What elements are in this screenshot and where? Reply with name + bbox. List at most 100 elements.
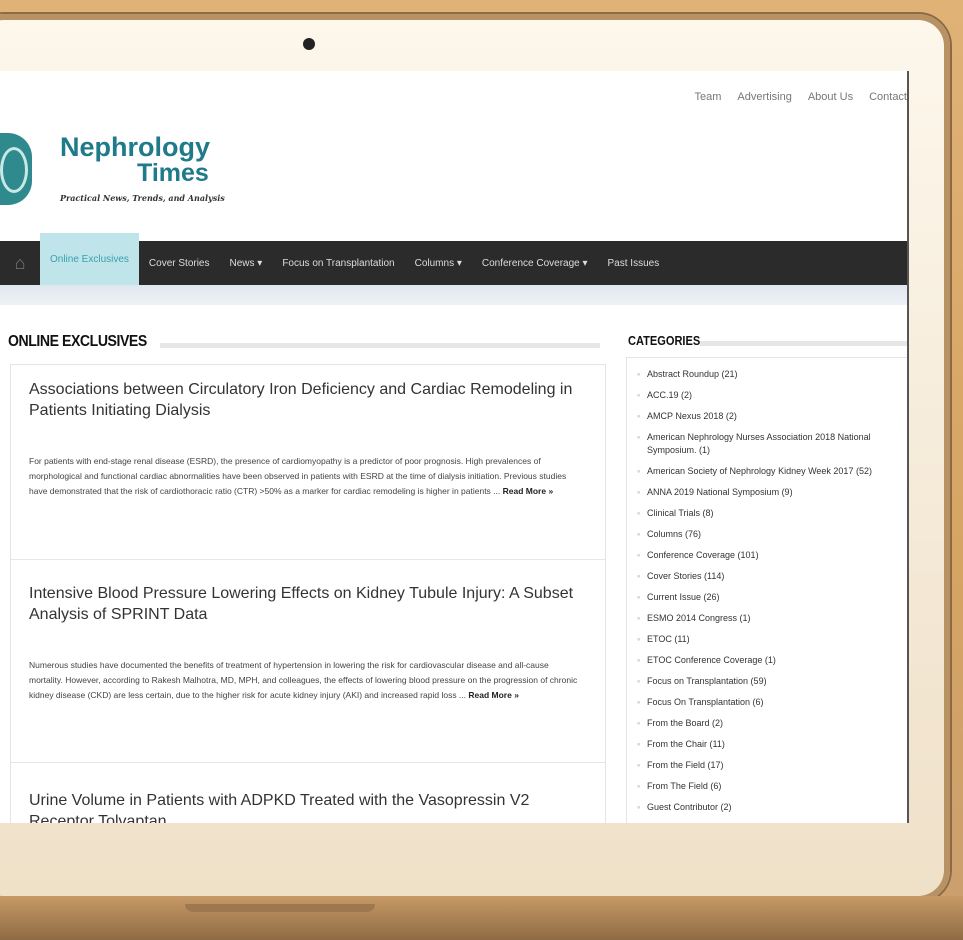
article-title[interactable]: Associations between Circulatory Iron De…	[29, 379, 589, 421]
laptop-notch	[185, 904, 375, 912]
category-item[interactable]: ◦ AMCP Nexus 2018 (2)	[637, 406, 907, 427]
category-item[interactable]: ◦ ACC.19 (2)	[637, 385, 907, 406]
category-link[interactable]: AMCP Nexus 2018 (2)	[647, 410, 903, 423]
category-link[interactable]: Clinical Trials (8)	[647, 507, 903, 520]
categories-list: ◦ Abstract Roundup (21) ◦ ACC.19 (2) ◦ AMCP N…	[627, 358, 907, 818]
category-link[interactable]: From the Chair (11)	[647, 738, 903, 751]
nav-conference-coverage[interactable]: Conference Coverage ▾	[472, 241, 598, 285]
laptop-base	[0, 896, 963, 940]
nav-past-issues[interactable]: Past Issues	[598, 241, 670, 285]
section-title: ONLINE EXCLUSIVES	[8, 333, 147, 350]
read-more-link[interactable]: Read More »	[468, 690, 519, 700]
logo-title-line1: Nephrology	[60, 132, 211, 162]
top-links: Team Advertising About Us Contact	[695, 91, 908, 103]
bullet-icon: ◦	[637, 390, 641, 400]
category-item[interactable]: ◦ From the Chair (11)	[637, 734, 907, 755]
read-more-link[interactable]: Read More »	[503, 486, 554, 496]
section-title-rule	[160, 343, 600, 348]
logo-tagline: Practical News, Trends, and Analysis	[60, 193, 225, 203]
category-link[interactable]: From the Board (2)	[647, 717, 903, 730]
category-link[interactable]: Focus on Transplantation (59)	[647, 675, 903, 688]
article-item: Urine Volume in Patients with ADPKD Trea…	[29, 790, 589, 823]
category-link[interactable]: ANNA 2019 National Symposium (9)	[647, 486, 903, 499]
category-item[interactable]: ◦ ETOC (11)	[637, 629, 907, 650]
category-item[interactable]: ◦ Focus on Transplantation (59)	[637, 671, 907, 692]
nav-subbar	[0, 285, 907, 305]
category-item[interactable]: ◦ Columns (76)	[637, 524, 907, 545]
category-item[interactable]: ◦ ANNA 2019 National Symposium (9)	[637, 482, 907, 503]
article-item: Associations between Circulatory Iron De…	[29, 379, 589, 499]
bullet-icon: ◦	[637, 550, 641, 560]
category-item[interactable]: ◦ ETOC Conference Coverage (1)	[637, 650, 907, 671]
category-link[interactable]: ETOC Conference Coverage (1)	[647, 654, 903, 667]
category-link[interactable]: American Nephrology Nurses Association 2…	[647, 431, 903, 457]
kidney-logo-icon	[0, 133, 32, 205]
category-item[interactable]: ◦ Focus On Transplantation (6)	[637, 692, 907, 713]
category-link[interactable]: Cover Stories (114)	[647, 570, 903, 583]
bullet-icon: ◦	[637, 718, 641, 728]
category-item[interactable]: ◦ Abstract Roundup (21)	[637, 364, 907, 385]
nav-columns[interactable]: Columns ▾	[405, 241, 472, 285]
bullet-icon: ◦	[637, 592, 641, 602]
category-item[interactable]: ◦ From the Field (17)	[637, 755, 907, 776]
article-divider	[11, 762, 605, 763]
browser-screen: Team Advertising About Us Contact Nephro…	[0, 71, 909, 823]
sidebar-title: CATEGORIES	[628, 333, 701, 348]
bullet-icon: ◦	[637, 466, 641, 476]
site-logo[interactable]: Nephrology Times Practical News, Trends,…	[0, 129, 230, 219]
category-link[interactable]: Conference Coverage (101)	[647, 549, 903, 562]
category-link[interactable]: American Society of Nephrology Kidney We…	[647, 465, 903, 478]
category-item[interactable]: ◦ American Nephrology Nurses Association …	[637, 427, 907, 461]
nav-online-exclusives[interactable]: Online Exclusives	[40, 233, 139, 285]
category-item[interactable]: ◦ Cover Stories (114)	[637, 566, 907, 587]
category-item[interactable]: ◦ Clinical Trials (8)	[637, 503, 907, 524]
article-excerpt: Numerous studies have documented the ben…	[29, 660, 578, 700]
category-item[interactable]: ◦ Conference Coverage (101)	[637, 545, 907, 566]
category-link[interactable]: ESMO 2014 Congress (1)	[647, 612, 903, 625]
webcam	[303, 38, 315, 50]
sidebar-title-rule	[700, 341, 907, 346]
logo-title-line2: Times	[137, 159, 209, 187]
category-link[interactable]: Abstract Roundup (21)	[647, 368, 903, 381]
nav-focus-on-transplantation[interactable]: Focus on Transplantation	[272, 241, 404, 285]
category-link[interactable]: From the Field (17)	[647, 759, 903, 772]
home-icon[interactable]: ⌂	[0, 241, 40, 285]
bullet-icon: ◦	[637, 571, 641, 581]
category-link[interactable]: Focus On Transplantation (6)	[647, 696, 903, 709]
bullet-icon: ◦	[637, 432, 641, 442]
category-item[interactable]: ◦ Guest Contributor (2)	[637, 797, 907, 818]
categories-box: ◦ Abstract Roundup (21) ◦ ACC.19 (2) ◦ AMCP N…	[626, 357, 907, 823]
nav-news[interactable]: News ▾	[220, 241, 273, 285]
top-link-team[interactable]: Team	[695, 91, 722, 103]
top-link-contact[interactable]: Contact	[869, 91, 907, 103]
article-title[interactable]: Urine Volume in Patients with ADPKD Trea…	[29, 790, 589, 823]
article-title[interactable]: Intensive Blood Pressure Lowering Effect…	[29, 583, 589, 625]
category-link[interactable]: ACC.19 (2)	[647, 389, 903, 402]
bullet-icon: ◦	[637, 676, 641, 686]
bullet-icon: ◦	[637, 781, 641, 791]
category-link[interactable]: Guest Contributor (2)	[647, 801, 903, 814]
top-link-advertising[interactable]: Advertising	[737, 91, 791, 103]
article-item: Intensive Blood Pressure Lowering Effect…	[29, 583, 589, 703]
category-item[interactable]: ◦ American Society of Nephrology Kidney W…	[637, 461, 907, 482]
bullet-icon: ◦	[637, 487, 641, 497]
bullet-icon: ◦	[637, 802, 641, 812]
category-item[interactable]: ◦ From the Board (2)	[637, 713, 907, 734]
category-link[interactable]: Current Issue (26)	[647, 591, 903, 604]
top-link-about-us[interactable]: About Us	[808, 91, 853, 103]
category-link[interactable]: ETOC (11)	[647, 633, 903, 646]
category-item[interactable]: ◦ Current Issue (26)	[637, 587, 907, 608]
bullet-icon: ◦	[637, 760, 641, 770]
articles-list: Associations between Circulatory Iron De…	[10, 364, 606, 823]
bullet-icon: ◦	[637, 739, 641, 749]
bullet-icon: ◦	[637, 508, 641, 518]
category-link[interactable]: Columns (76)	[647, 528, 903, 541]
category-item[interactable]: ◦ ESMO 2014 Congress (1)	[637, 608, 907, 629]
nav-cover-stories[interactable]: Cover Stories	[139, 241, 220, 285]
category-link[interactable]: From The Field (6)	[647, 780, 903, 793]
bullet-icon: ◦	[637, 613, 641, 623]
category-item[interactable]: ◦ From The Field (6)	[637, 776, 907, 797]
bullet-icon: ◦	[637, 634, 641, 644]
bullet-icon: ◦	[637, 369, 641, 379]
bullet-icon: ◦	[637, 697, 641, 707]
